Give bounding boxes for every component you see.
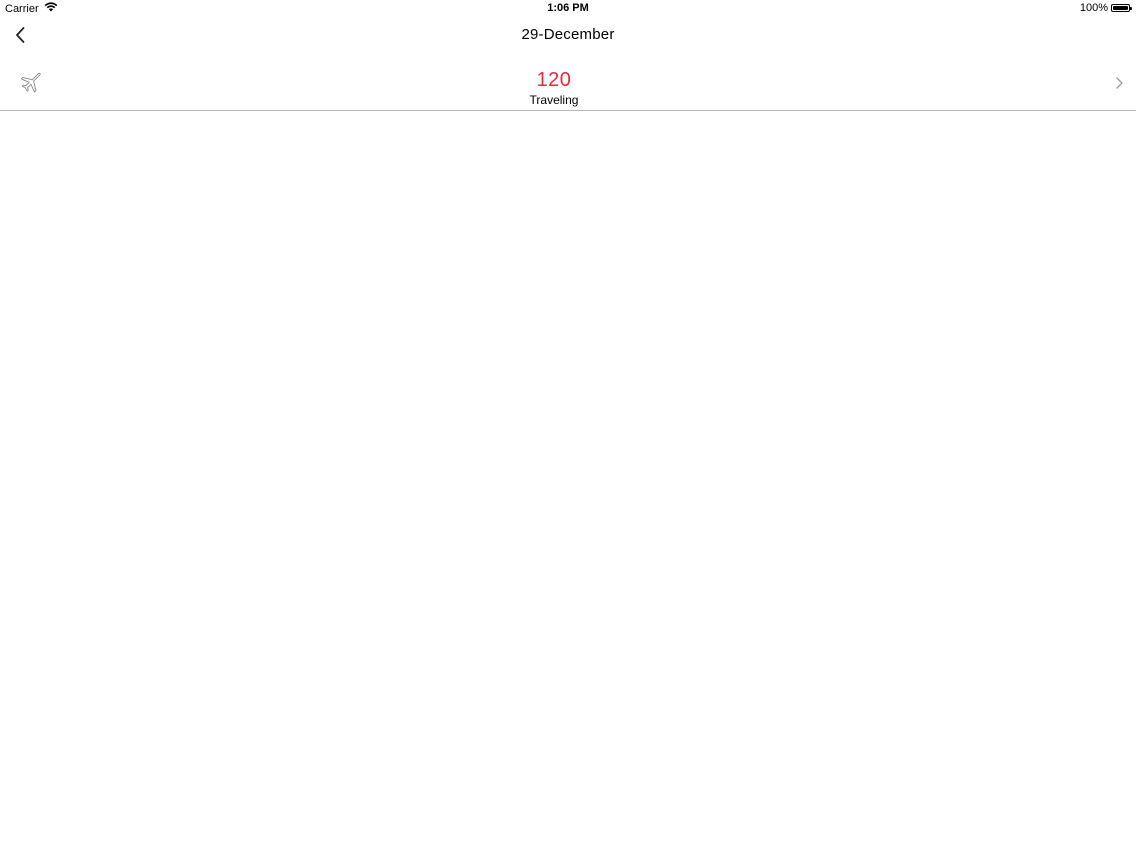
airplane-icon — [19, 71, 41, 93]
chevron-right-icon — [1114, 76, 1124, 90]
battery-fill — [1113, 6, 1128, 10]
status-time: 1:06 PM — [547, 2, 589, 14]
battery-percent: 100% — [1079, 2, 1108, 14]
page-title: 29-December — [521, 26, 615, 43]
status-right: 100% — [1079, 2, 1132, 14]
status-bar: Carrier 1:06 PM 100% — [0, 0, 1136, 18]
battery-tip — [1130, 7, 1132, 10]
traveling-summary-row[interactable]: 120 Traveling — [0, 62, 1136, 111]
traveling-count: 120 — [536, 69, 572, 91]
battery-icon — [1111, 4, 1132, 12]
traveling-label: Traveling — [529, 93, 579, 107]
screen: Carrier 1:06 PM 100% 29-December 120 Tra… — [0, 0, 1136, 852]
navigation-bar: 29-December — [0, 18, 1136, 54]
